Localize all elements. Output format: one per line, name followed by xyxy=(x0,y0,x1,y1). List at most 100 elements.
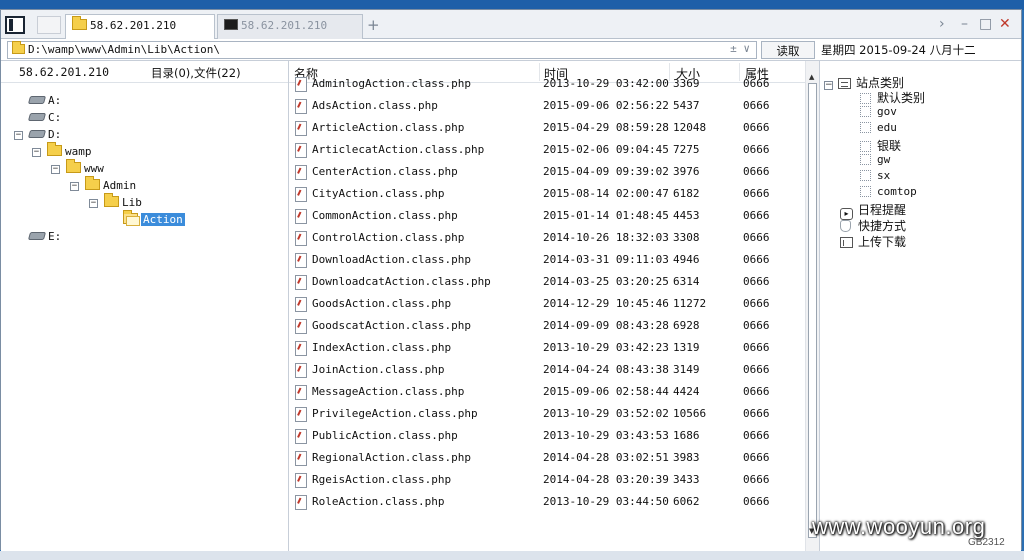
file-row[interactable]: AdminlogAction.class.php 2013-10-29 03:42… xyxy=(289,73,805,95)
folder-icon xyxy=(47,142,62,156)
toggle-panel-button[interactable] xyxy=(5,16,25,34)
file-time: 2013-10-29 03:44:50 xyxy=(543,495,669,508)
tree-node-label: D: xyxy=(48,128,62,141)
scrollbar-thumb[interactable] xyxy=(808,83,817,538)
php-file-icon xyxy=(295,165,307,180)
category-item[interactable]: gov xyxy=(860,105,897,118)
category-item[interactable]: sx xyxy=(860,169,890,182)
maximize-button[interactable]: □ xyxy=(979,16,992,32)
php-file-icon xyxy=(295,275,307,290)
tree-node-d[interactable]: − D: xyxy=(14,128,62,144)
file-time: 2014-09-09 08:43:28 xyxy=(543,319,669,332)
file-row[interactable]: PublicAction.class.php 2013-10-29 03:43:5… xyxy=(289,425,805,447)
file-attr: 0666 xyxy=(743,275,770,288)
file-row[interactable]: PrivilegeAction.class.php 2013-10-29 03:5… xyxy=(289,403,805,425)
collapse-toggle[interactable]: − xyxy=(51,165,60,174)
folder-icon xyxy=(85,176,100,190)
read-button[interactable]: 读取 xyxy=(761,41,815,59)
file-row[interactable]: ControlAction.class.php 2014-10-26 18:32:… xyxy=(289,227,805,249)
new-tab-button[interactable]: + xyxy=(367,16,380,34)
path-input[interactable]: D:\wamp\www\Admin\Lib\Action\ ± ∨ xyxy=(7,41,757,59)
file-row[interactable]: ArticlecatAction.class.php 2015-02-06 09:… xyxy=(289,139,805,161)
file-attr: 0666 xyxy=(743,77,770,90)
minimize-button[interactable]: – xyxy=(961,16,968,32)
file-attr: 0666 xyxy=(743,165,770,178)
encoding-label: GB2312 xyxy=(968,537,1005,548)
file-row[interactable]: CityAction.class.php 2015-08-14 02:00:47 6… xyxy=(289,183,805,205)
file-row[interactable]: GoodscatAction.class.php 2014-09-09 08:43… xyxy=(289,315,805,337)
file-size: 3983 xyxy=(673,451,700,464)
file-time: 2014-04-28 03:20:39 xyxy=(543,473,669,486)
path-dropdown-icons[interactable]: ± ∨ xyxy=(730,42,750,55)
category-item[interactable]: gw xyxy=(860,153,890,166)
address-bar: D:\wamp\www\Admin\Lib\Action\ ± ∨ 读取 星期四… xyxy=(1,39,1021,61)
file-name: RoleAction.class.php xyxy=(312,495,445,508)
file-attr: 0666 xyxy=(743,473,770,486)
folder-icon xyxy=(104,193,119,207)
collapse-toggle[interactable]: − xyxy=(89,199,98,208)
shortcut-icon xyxy=(840,220,851,232)
file-name: DownloadAction.class.php xyxy=(312,253,471,266)
tab-terminal[interactable]: 58.62.201.210 xyxy=(217,14,363,39)
file-row[interactable]: CommonAction.class.php 2015-01-14 01:48:4… xyxy=(289,205,805,227)
file-name: ArticlecatAction.class.php xyxy=(312,143,485,156)
file-attr: 0666 xyxy=(743,363,770,376)
collapse-toggle[interactable]: − xyxy=(32,148,41,157)
file-row[interactable]: DownloadcatAction.class.php 2014-03-25 03… xyxy=(289,271,805,293)
category-item[interactable]: comtop xyxy=(860,185,917,198)
tab-list-button[interactable] xyxy=(37,16,61,34)
file-row[interactable]: ArticleAction.class.php 2015-04-29 08:59:… xyxy=(289,117,805,139)
close-button[interactable]: ✕ xyxy=(999,16,1011,32)
site-category-label: 站点类别 xyxy=(856,76,905,90)
tree-node-label: C: xyxy=(48,111,62,124)
collapse-toggle[interactable]: − xyxy=(70,182,79,191)
category-item[interactable]: edu xyxy=(860,121,897,134)
file-row[interactable]: RegionalAction.class.php 2014-04-28 03:02… xyxy=(289,447,805,469)
category-item[interactable]: 银联 xyxy=(860,137,901,154)
file-list: 名称 时间 大小 属性 AdminlogAction.class.php 2013… xyxy=(289,61,805,551)
file-size: 4946 xyxy=(673,253,700,266)
file-attr: 0666 xyxy=(743,341,770,354)
file-time: 2013-10-29 03:42:00 xyxy=(543,77,669,90)
scroll-up-arrow[interactable]: ▲ xyxy=(809,73,814,81)
php-file-icon xyxy=(295,385,307,400)
file-attr: 0666 xyxy=(743,253,770,266)
category-label: comtop xyxy=(877,185,917,198)
collapse-toggle[interactable]: − xyxy=(14,131,23,140)
shortcut-item[interactable]: 快捷方式 xyxy=(840,217,906,234)
folder-icon xyxy=(66,159,81,173)
file-row[interactable]: RoleAction.class.php 2013-10-29 03:44:50 6… xyxy=(289,491,805,513)
tree-node-c[interactable]: C: xyxy=(27,111,62,127)
file-time: 2015-09-06 02:56:22 xyxy=(543,99,669,112)
php-file-icon xyxy=(295,99,307,114)
file-row[interactable]: CenterAction.class.php 2015-04-09 09:39:0… xyxy=(289,161,805,183)
file-row[interactable]: JoinAction.class.php 2014-04-24 08:43:38 3… xyxy=(289,359,805,381)
file-time: 2014-10-26 18:32:03 xyxy=(543,231,669,244)
file-row[interactable]: GoodsAction.class.php 2014-12-29 10:45:46… xyxy=(289,293,805,315)
file-row[interactable]: RgeisAction.class.php 2014-04-28 03:20:39… xyxy=(289,469,805,491)
file-size: 6928 xyxy=(673,319,700,332)
upload-download-item[interactable]: 上传下载 xyxy=(840,233,906,250)
file-row[interactable]: AdsAction.class.php 2015-09-06 02:56:22 54… xyxy=(289,95,805,117)
tree-node-action[interactable]: Action xyxy=(123,210,185,229)
file-row[interactable]: MessageAction.class.php 2015-09-06 02:58:… xyxy=(289,381,805,403)
file-row[interactable]: DownloadAction.class.php 2014-03-31 09:11… xyxy=(289,249,805,271)
category-item[interactable]: 默认类别 xyxy=(860,89,925,106)
file-time: 2014-03-25 03:20:25 xyxy=(543,275,669,288)
terminal-icon xyxy=(224,19,238,30)
file-row[interactable]: IndexAction.class.php 2013-10-29 03:42:23… xyxy=(289,337,805,359)
file-name: ArticleAction.class.php xyxy=(312,121,465,134)
tree-node-a[interactable]: A: xyxy=(27,94,61,110)
file-time: 2015-04-09 09:39:02 xyxy=(543,165,669,178)
file-list-scrollbar[interactable]: ▲ ▼ xyxy=(805,61,819,551)
tree-node-e[interactable]: E: xyxy=(27,230,61,246)
collapse-toggle[interactable]: − xyxy=(824,81,833,90)
tab-file-manager[interactable]: 58.62.201.210 xyxy=(65,14,215,39)
tab-label: 58.62.201.210 xyxy=(241,19,328,32)
directory-pane: 58.62.201.210 目录(0),文件(22) A: C: − D: − wamp −… xyxy=(1,61,289,551)
php-file-icon xyxy=(295,319,307,334)
category-label: gov xyxy=(877,105,897,118)
shortcut-label: 快捷方式 xyxy=(858,219,907,233)
chevron-right-icon[interactable]: › xyxy=(939,16,945,32)
file-name: ControlAction.class.php xyxy=(312,231,465,244)
